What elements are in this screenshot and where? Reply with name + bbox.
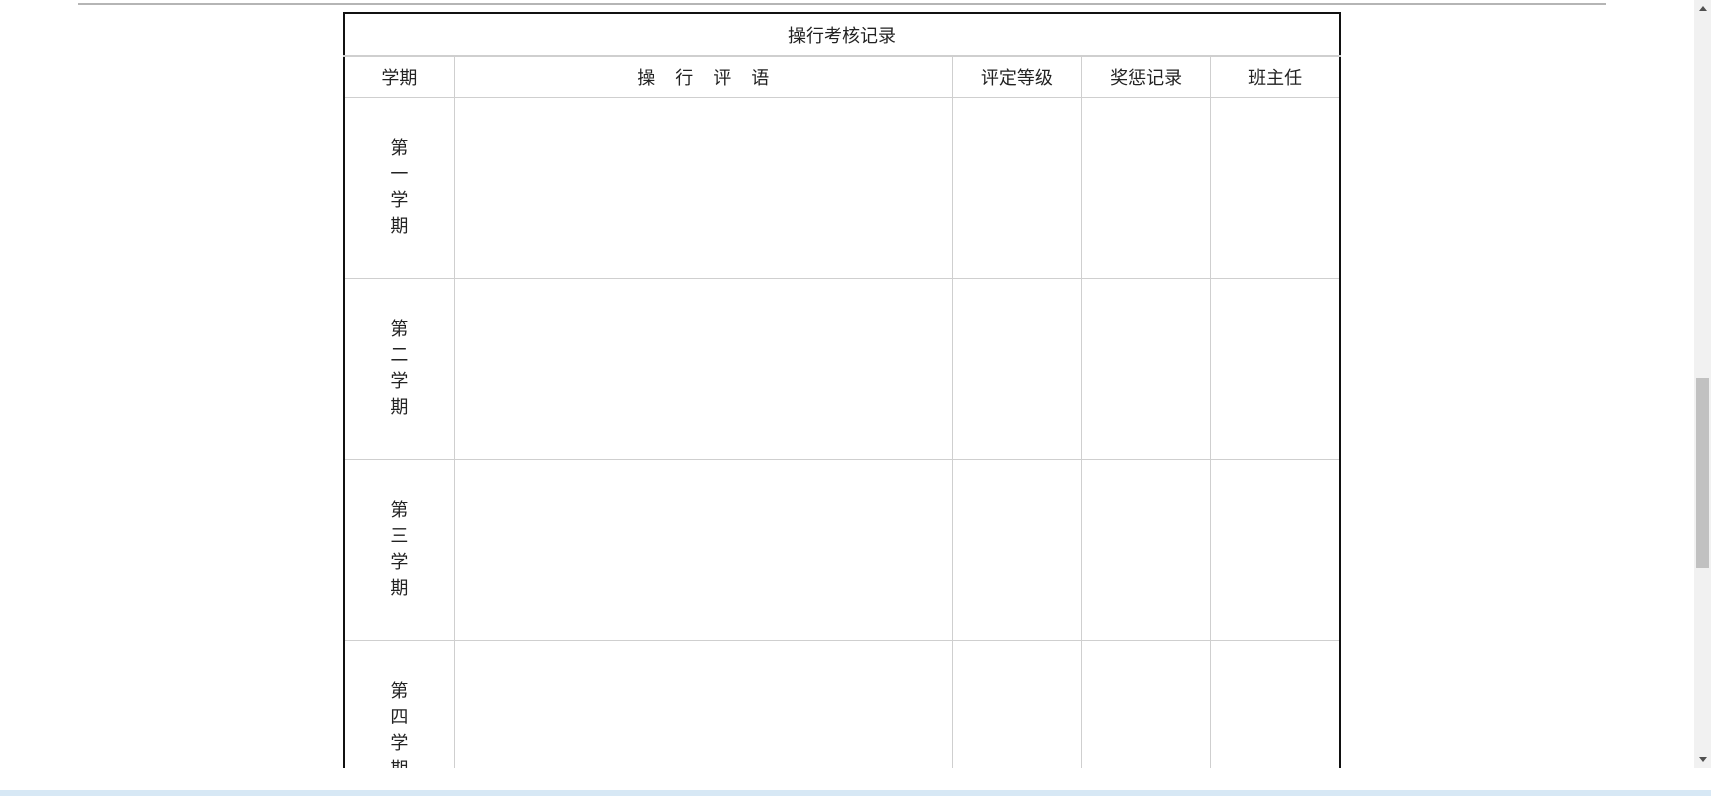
page-viewport: 操行考核记录 学期 操行评语 评定等级 奖惩记录 班主任 第一学期 第二学期 第… xyxy=(0,0,1694,768)
header-teacher: 班主任 xyxy=(1210,55,1341,98)
comment-cell[interactable] xyxy=(453,278,953,460)
bottom-bar xyxy=(0,768,1711,796)
grade-cell[interactable] xyxy=(951,459,1082,641)
grade-cell[interactable] xyxy=(951,278,1082,460)
term-cell: 第二学期 xyxy=(343,278,455,460)
reward-cell[interactable] xyxy=(1080,278,1212,460)
scrollbar-thumb[interactable] xyxy=(1696,378,1709,568)
teacher-cell[interactable] xyxy=(1210,97,1341,279)
scroll-up-button[interactable] xyxy=(1694,0,1711,17)
bottom-band xyxy=(0,790,1711,796)
grade-cell[interactable] xyxy=(951,97,1082,279)
header-row: 学期 操行评语 评定等级 奖惩记录 班主任 xyxy=(343,55,1341,98)
term-cell: 第四学期 xyxy=(343,640,455,768)
table-title: 操行考核记录 xyxy=(343,12,1341,57)
table-row: 第一学期 xyxy=(343,97,1341,279)
comment-cell[interactable] xyxy=(453,459,953,641)
term-label: 第一学期 xyxy=(390,138,409,237)
teacher-cell[interactable] xyxy=(1210,278,1341,460)
header-comment: 操行评语 xyxy=(453,55,953,98)
term-cell: 第三学期 xyxy=(343,459,455,641)
comment-cell[interactable] xyxy=(453,640,953,768)
top-divider xyxy=(78,3,1606,5)
arrow-up-icon xyxy=(1698,6,1707,11)
header-grade: 评定等级 xyxy=(951,55,1082,98)
header-term: 学期 xyxy=(343,55,455,98)
table-row: 第三学期 xyxy=(343,459,1341,641)
teacher-cell[interactable] xyxy=(1210,459,1341,641)
table-row: 第二学期 xyxy=(343,278,1341,460)
reward-cell[interactable] xyxy=(1080,640,1212,768)
reward-cell[interactable] xyxy=(1080,459,1212,641)
term-cell: 第一学期 xyxy=(343,97,455,279)
grade-cell[interactable] xyxy=(951,640,1082,768)
scroll-down-button[interactable] xyxy=(1694,751,1711,768)
term-label: 第三学期 xyxy=(390,500,409,599)
term-label: 第二学期 xyxy=(390,319,409,418)
comment-cell[interactable] xyxy=(453,97,953,279)
term-label: 第四学期 xyxy=(390,681,409,768)
reward-cell[interactable] xyxy=(1080,97,1212,279)
table-row: 第四学期 xyxy=(343,640,1341,768)
header-reward: 奖惩记录 xyxy=(1080,55,1212,98)
vertical-scrollbar[interactable] xyxy=(1694,0,1711,768)
teacher-cell[interactable] xyxy=(1210,640,1341,768)
conduct-record-table: 操行考核记录 学期 操行评语 评定等级 奖惩记录 班主任 第一学期 第二学期 第… xyxy=(343,12,1341,768)
arrow-down-icon xyxy=(1698,757,1707,762)
